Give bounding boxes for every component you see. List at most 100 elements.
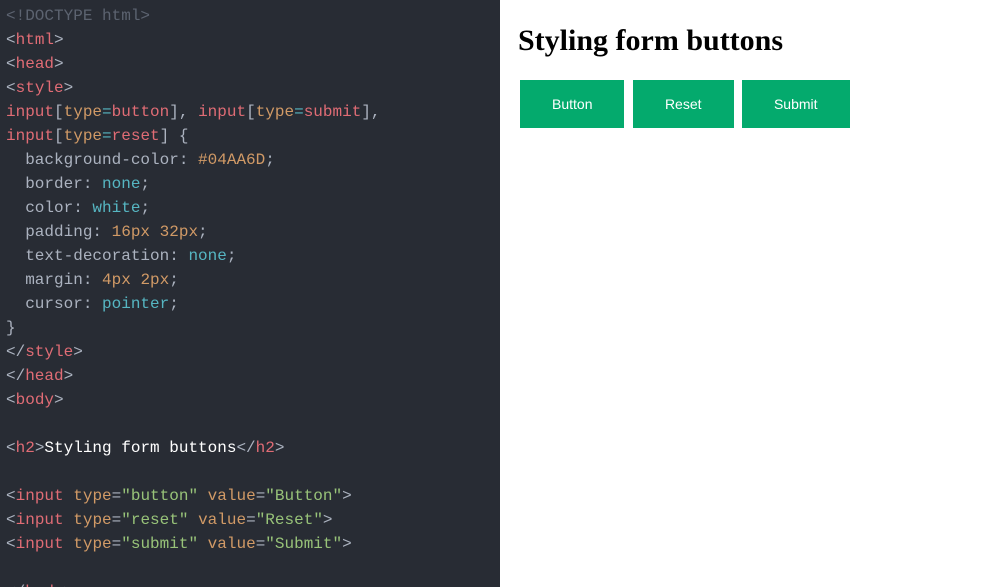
code-selector-tag: input [6,103,54,121]
code-punct: = [112,535,122,553]
code-bracket: < [6,487,16,505]
code-punct: = [112,487,122,505]
button-button[interactable] [520,80,624,128]
code-prop: padding [25,223,92,241]
code-punct: : [83,295,102,313]
code-doctype: <!DOCTYPE html> [6,7,150,25]
code-bracket: > [54,55,64,73]
code-val: none [188,247,226,265]
code-bracket: < [6,439,16,457]
code-attr-val: submit [304,103,362,121]
code-punct: = [294,103,304,121]
code-bracket: < [6,55,16,73]
code-text: Styling form buttons [44,439,236,457]
code-attr: type [73,511,111,529]
preview-buttons-row [518,76,989,132]
code-val: 16px [112,223,150,241]
code-sp [64,511,74,529]
code-selector-tag: input [6,127,54,145]
code-tag-body-close: body [25,583,63,587]
code-selector-tag: input [198,103,246,121]
code-prop: color [25,199,73,217]
code-bracket: > [342,535,352,553]
code-punct: , [179,103,198,121]
code-bracket: > [73,343,83,361]
code-punct: ; [140,199,150,217]
code-brace: } [6,319,16,337]
code-tag-head: head [16,55,54,73]
code-prop: border [25,175,83,193]
code-bracket: </ [6,343,25,361]
code-punct: : [83,271,102,289]
code-attr-val: "Reset" [256,511,323,529]
code-attr: type [64,103,102,121]
code-punct: ; [169,295,179,313]
code-bracket: < [6,535,16,553]
code-attr-val: reset [112,127,160,145]
code-attr-val: "reset" [121,511,188,529]
code-punct: = [256,535,266,553]
code-punct: = [102,127,112,145]
code-punct: ; [198,223,208,241]
code-bracket: < [6,31,16,49]
code-punct: [ [54,103,64,121]
code-val: white [92,199,140,217]
code-val: 4px [102,271,131,289]
code-tag-head-close: head [25,367,63,385]
code-tag-input: input [16,511,64,529]
code-punct: = [246,511,256,529]
code-prop: background-color [25,151,179,169]
code-attr: type [73,535,111,553]
code-bracket: > [64,583,74,587]
preview-pane: Styling form buttons [500,0,1007,587]
code-prop: margin [25,271,83,289]
code-bracket: > [64,367,74,385]
code-attr-val: button [112,103,170,121]
code-attr-val: "Submit" [265,535,342,553]
code-tag-h2: h2 [16,439,35,457]
reset-button[interactable] [633,80,734,128]
code-punct: = [256,487,266,505]
code-tag-input: input [16,487,64,505]
code-sp [198,487,208,505]
code-sp [198,535,208,553]
code-bracket: > [275,439,285,457]
code-val: 2px [140,271,169,289]
code-punct: ; [169,271,179,289]
code-sp [188,511,198,529]
code-sp [64,487,74,505]
code-punct: : [179,151,198,169]
code-prop: cursor [25,295,83,313]
code-tag-h2-close: h2 [256,439,275,457]
code-punct [150,223,160,241]
code-bracket: > [342,487,352,505]
code-punct: : [92,223,111,241]
code-punct [131,271,141,289]
code-punct: , [371,103,381,121]
code-tag-html: html [16,31,54,49]
code-editor-pane[interactable]: <!DOCTYPE html> <html> <head> <style> in… [0,0,500,587]
code-attr: value [198,511,246,529]
code-attr: type [256,103,294,121]
code-attr: type [73,487,111,505]
code-attr-val: "submit" [121,535,198,553]
code-punct: : [169,247,188,265]
code-val: pointer [102,295,169,313]
code-tag-input: input [16,535,64,553]
code-punct: : [73,199,92,217]
preview-heading: Styling form buttons [518,24,989,58]
code-punct: ; [265,151,275,169]
code-punct: ] [169,103,179,121]
code-bracket: > [54,391,64,409]
code-attr: value [208,487,256,505]
code-bracket: < [6,511,16,529]
code-tag-body: body [16,391,54,409]
code-punct: ; [140,175,150,193]
code-punct: : [83,175,102,193]
code-punct: [ [54,127,64,145]
code-sp [64,535,74,553]
code-val: #04AA6D [198,151,265,169]
submit-button[interactable] [742,80,850,128]
code-punct: ] [361,103,371,121]
code-val: none [102,175,140,193]
